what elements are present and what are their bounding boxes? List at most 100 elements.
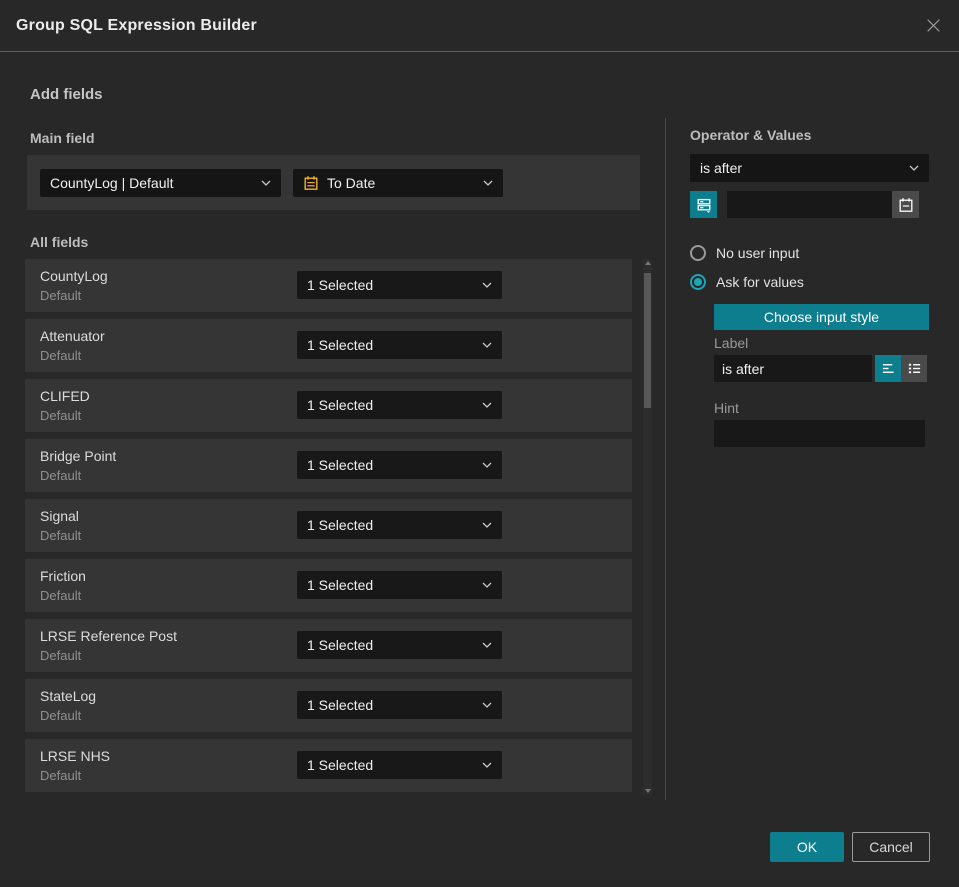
field-name: LRSE Reference Post <box>40 628 177 644</box>
field-selected-dropdown[interactable]: 1 Selected <box>297 451 502 479</box>
main-field-dropdown-value: CountyLog | Default <box>50 174 174 191</box>
radio-circle-icon <box>690 245 706 261</box>
chevron-down-icon <box>474 342 492 348</box>
field-selected-value: 1 Selected <box>307 337 374 353</box>
operator-dropdown[interactable]: is after <box>690 154 929 182</box>
add-fields-heading: Add fields <box>30 86 103 103</box>
operator-value-row <box>690 191 929 218</box>
field-selected-dropdown[interactable]: 1 Selected <box>297 331 502 359</box>
choose-input-style-button[interactable]: Choose input style <box>714 304 929 330</box>
ok-button[interactable]: OK <box>770 832 844 862</box>
field-name: Bridge Point <box>40 448 117 464</box>
scroll-up-arrow-icon[interactable] <box>643 259 652 267</box>
chevron-down-icon <box>474 642 492 648</box>
main-field-date-value: To Date <box>327 174 376 191</box>
scroll-down-arrow-icon[interactable] <box>643 787 652 795</box>
hint-field-label: Hint <box>714 400 739 416</box>
input-type-button[interactable] <box>690 191 717 218</box>
stacked-values-icon <box>697 198 710 213</box>
field-selected-value: 1 Selected <box>307 397 374 413</box>
field-row: Attenuator Default 1 Selected <box>25 319 632 372</box>
list-scrollbar[interactable] <box>643 259 652 795</box>
align-left-icon <box>882 364 894 373</box>
field-subtitle: Default <box>40 408 82 423</box>
field-selected-dropdown[interactable]: 1 Selected <box>297 511 502 539</box>
field-selected-dropdown[interactable]: 1 Selected <box>297 391 502 419</box>
main-field-heading: Main field <box>30 130 95 146</box>
field-selected-value: 1 Selected <box>307 457 374 473</box>
operator-dropdown-value: is after <box>700 160 743 176</box>
main-field-dropdown[interactable]: CountyLog | Default <box>40 168 281 197</box>
list-icon <box>908 363 920 374</box>
label-style-segment <box>875 355 927 382</box>
close-icon <box>926 19 940 32</box>
label-input[interactable] <box>714 355 872 382</box>
field-subtitle: Default <box>40 468 82 483</box>
field-row: LRSE Reference Post Default 1 Selected <box>25 619 632 672</box>
close-button[interactable] <box>923 16 943 36</box>
chevron-down-icon <box>253 180 271 186</box>
calendar-icon <box>899 197 912 212</box>
radio-ask-for-values-label: Ask for values <box>716 274 804 290</box>
field-row: Bridge Point Default 1 Selected <box>25 439 632 492</box>
field-subtitle: Default <box>40 768 82 783</box>
dialog-title: Group SQL Expression Builder <box>16 16 257 34</box>
column-divider <box>665 118 666 800</box>
label-field-label: Label <box>714 335 749 351</box>
field-name: LRSE NHS <box>40 748 111 764</box>
radio-no-user-input-label: No user input <box>716 245 800 261</box>
field-subtitle: Default <box>40 708 82 723</box>
main-field-panel: CountyLog | Default To Date <box>27 155 640 210</box>
chevron-down-icon <box>474 402 492 408</box>
field-row: StateLog Default 1 Selected <box>25 679 632 732</box>
field-row: CountyLog Default 1 Selected <box>25 259 632 312</box>
chevron-down-icon <box>474 762 492 768</box>
operator-values-heading: Operator & Values <box>690 127 812 143</box>
radio-no-user-input[interactable]: No user input <box>690 245 799 261</box>
date-picker-button[interactable] <box>892 191 919 218</box>
scrollbar-thumb[interactable] <box>644 273 651 408</box>
field-selected-dropdown[interactable]: 1 Selected <box>297 751 502 779</box>
field-subtitle: Default <box>40 288 82 303</box>
field-selected-value: 1 Selected <box>307 577 374 593</box>
hint-input[interactable] <box>714 420 925 447</box>
field-subtitle: Default <box>40 528 82 543</box>
chevron-down-icon <box>474 582 492 588</box>
main-field-date-dropdown[interactable]: To Date <box>293 168 503 197</box>
field-selected-dropdown[interactable]: 1 Selected <box>297 571 502 599</box>
label-input-row <box>714 355 927 382</box>
cancel-button[interactable]: Cancel <box>852 832 930 862</box>
chevron-down-icon <box>901 165 919 171</box>
field-selected-dropdown[interactable]: 1 Selected <box>297 691 502 719</box>
field-name: Attenuator <box>40 328 105 344</box>
all-fields-list: CountyLog Default 1 Selected Attenuator … <box>25 259 632 799</box>
radio-selected-icon <box>690 274 706 290</box>
value-input[interactable] <box>727 191 892 218</box>
radio-ask-for-values[interactable]: Ask for values <box>690 274 804 290</box>
field-row: Friction Default 1 Selected <box>25 559 632 612</box>
field-subtitle: Default <box>40 348 82 363</box>
list-style-button[interactable] <box>901 355 927 382</box>
field-name: CountyLog <box>40 268 108 284</box>
field-selected-value: 1 Selected <box>307 697 374 713</box>
field-selected-value: 1 Selected <box>307 637 374 653</box>
field-subtitle: Default <box>40 648 82 663</box>
field-name: Friction <box>40 568 86 584</box>
field-row: Signal Default 1 Selected <box>25 499 632 552</box>
chevron-down-icon <box>474 282 492 288</box>
all-fields-heading: All fields <box>30 234 89 250</box>
chevron-down-icon <box>474 522 492 528</box>
field-name: CLIFED <box>40 388 90 404</box>
field-selected-value: 1 Selected <box>307 517 374 533</box>
field-row: CLIFED Default 1 Selected <box>25 379 632 432</box>
single-line-style-button[interactable] <box>875 355 901 382</box>
field-selected-value: 1 Selected <box>307 277 374 293</box>
calendar-icon <box>303 175 319 191</box>
chevron-down-icon <box>474 462 492 468</box>
field-selected-dropdown[interactable]: 1 Selected <box>297 271 502 299</box>
field-subtitle: Default <box>40 588 82 603</box>
field-selected-dropdown[interactable]: 1 Selected <box>297 631 502 659</box>
field-row: LRSE NHS Default 1 Selected <box>25 739 632 792</box>
chevron-down-icon <box>475 180 493 186</box>
group-sql-expression-builder-dialog: Group SQL Expression Builder Add fields … <box>0 0 959 887</box>
